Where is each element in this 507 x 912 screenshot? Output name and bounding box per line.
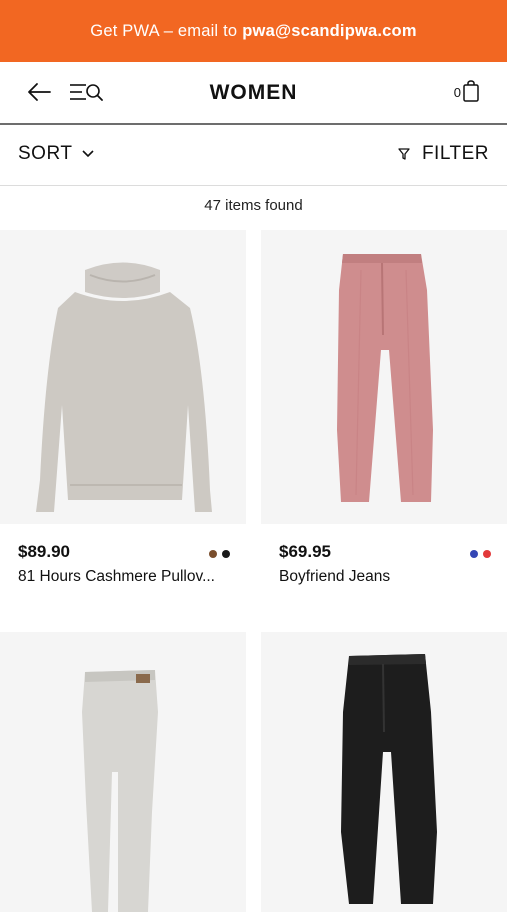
cart-button[interactable]: 0 [454,80,479,102]
product-grid: $89.90 81 Hours Cashmere Pullov... $69.9… [0,230,507,912]
product-card[interactable]: $89.90 81 Hours Cashmere Pullov... [0,230,246,618]
product-price: $89.90 [18,542,70,561]
banner-email[interactable]: pwa@scandipwa.com [242,22,416,41]
product-name: Boyfriend Jeans [279,568,391,585]
sort-label: SORT [18,143,73,164]
chevron-down-icon [82,150,95,158]
jeans-image [82,670,158,912]
page-header: WOMEN 0 [0,62,507,125]
shopping-bag-icon [463,80,479,102]
color-swatch[interactable] [209,550,217,558]
product-name: 81 Hours Cashmere Pullov... [18,568,215,585]
product-card[interactable] [0,632,246,912]
product-image[interactable] [0,632,246,912]
product-image[interactable] [0,230,246,524]
color-swatches [470,550,491,558]
sort-button[interactable]: SORT [18,143,95,165]
filter-button[interactable]: FILTER [398,143,489,165]
filter-label: FILTER [421,143,489,164]
product-image[interactable] [261,632,507,912]
cart-count: 0 [453,85,461,100]
banner-text: Get PWA – email to [90,21,238,40]
product-card[interactable]: $69.95 Boyfriend Jeans [261,230,507,618]
filter-funnel-icon [398,148,410,160]
trousers-image [337,254,433,502]
page-title: WOMEN [209,81,298,104]
color-swatch[interactable] [470,550,478,558]
product-image[interactable] [261,230,507,524]
results-count: 47 items found [204,197,303,214]
color-swatches [209,550,230,558]
sort-filter-bar: SORT FILTER [0,125,507,186]
product-price: $69.95 [279,542,331,561]
sweater-image [36,262,212,512]
color-swatch[interactable] [483,550,491,558]
black-trousers-image [341,654,437,904]
promo-banner: Get PWA – email to pwa@scandipwa.com [0,0,507,62]
product-card[interactable] [261,632,507,912]
color-swatch[interactable] [222,550,230,558]
